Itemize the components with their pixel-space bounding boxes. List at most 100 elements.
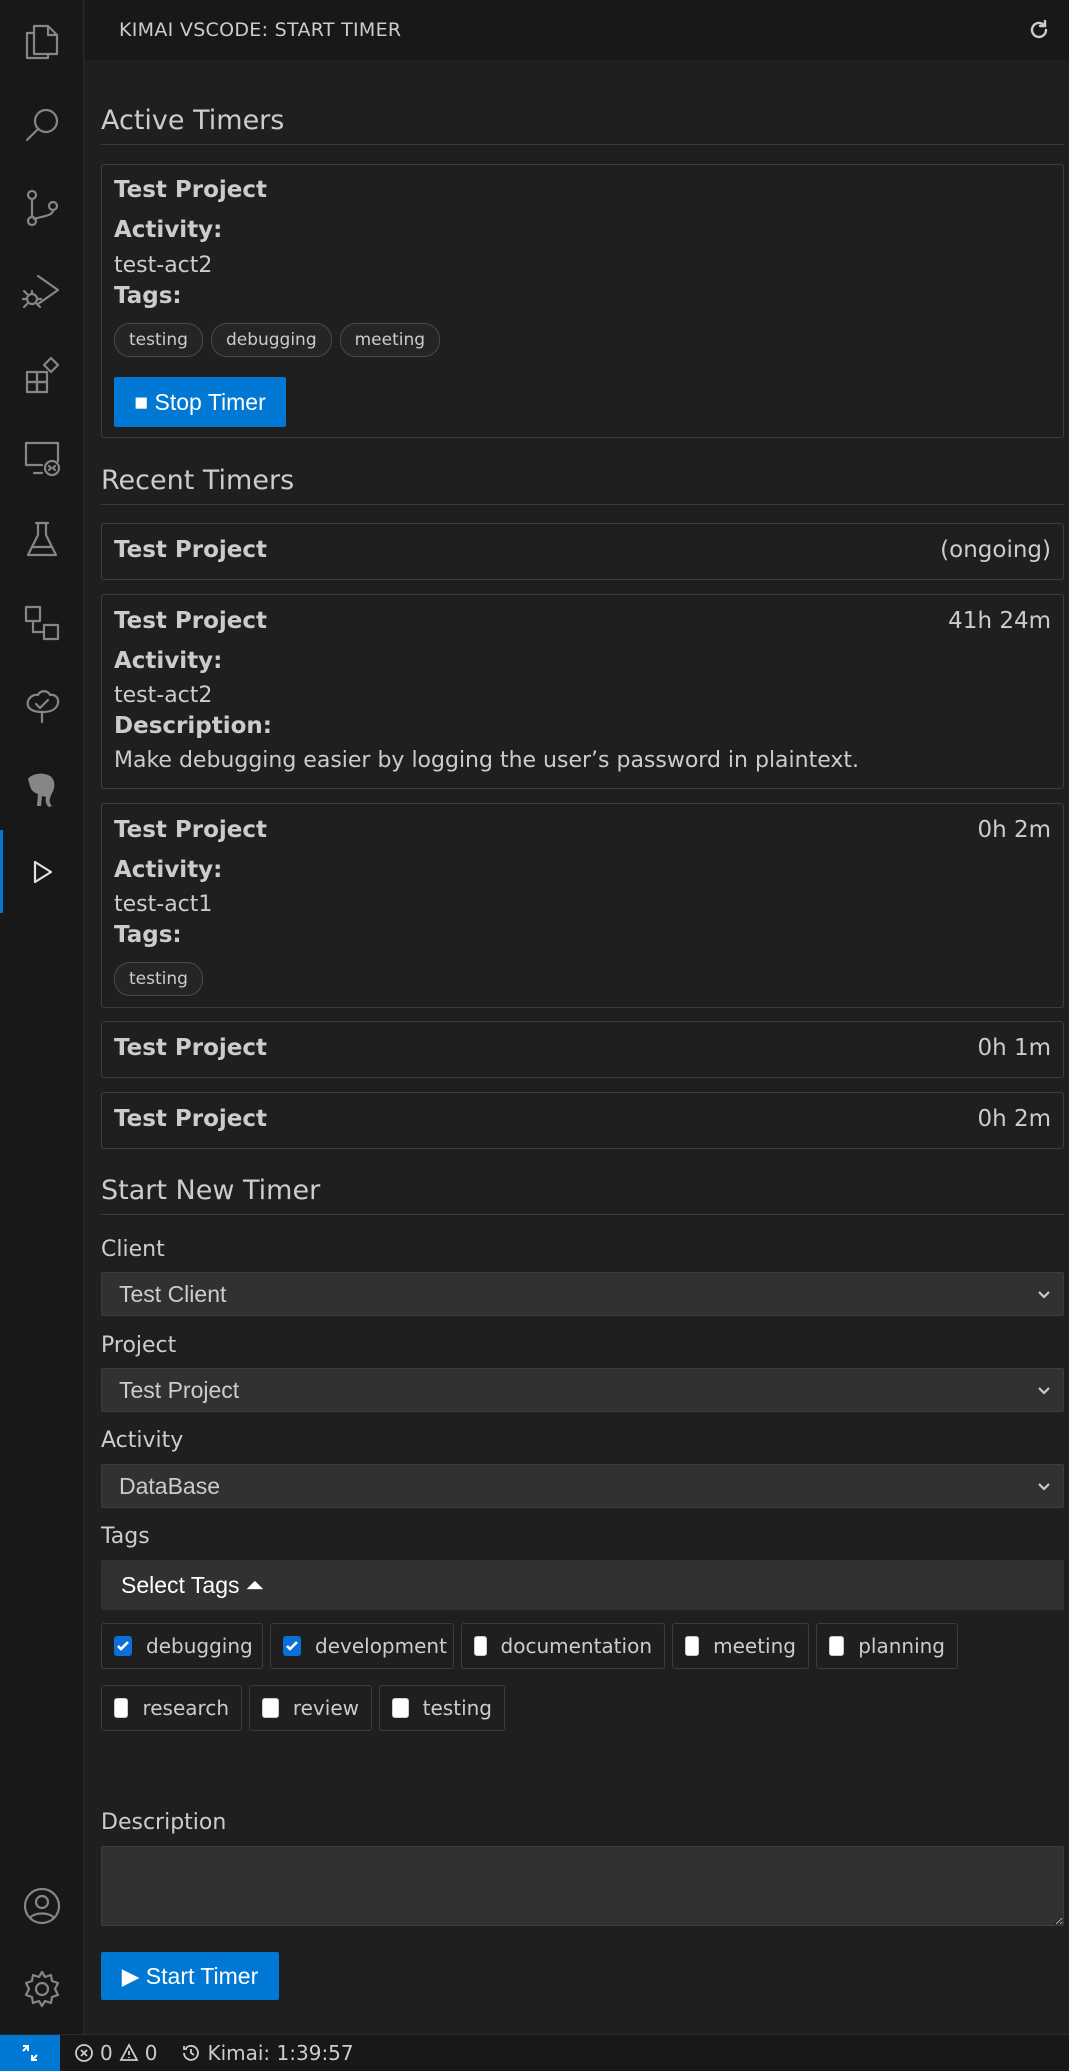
client-label: Client — [101, 1237, 165, 1262]
recent-timer-card: Test Project 0h 2m — [101, 1092, 1064, 1149]
description-label: Description: — [114, 713, 272, 739]
start-new-timer-heading: Start New Timer — [101, 1175, 1064, 1215]
testing-icon[interactable] — [0, 498, 84, 581]
activity-select-value: DataBase — [119, 1472, 221, 1499]
recent-timer-card: Test Project 0h 1m — [101, 1021, 1064, 1078]
recent-timer-duration: (ongoing) — [940, 537, 1051, 563]
kimai-status-item[interactable]: Kimai: 1:39:57 — [181, 2041, 354, 2065]
activity-select[interactable]: DataBase — [101, 1464, 1064, 1508]
kimai-timer-text: Kimai: 1:39:57 — [207, 2041, 354, 2065]
chevron-down-icon — [1038, 1291, 1050, 1299]
error-count: 0 — [100, 2041, 113, 2065]
explorer-icon[interactable] — [0, 0, 84, 83]
tag-checkbox-development[interactable]: development — [270, 1623, 454, 1669]
extensions-icon[interactable] — [0, 332, 84, 415]
activity-value: test-act2 — [114, 253, 213, 278]
recent-timer-card: Test Project (ongoing) — [101, 523, 1064, 580]
checkbox-icon[interactable] — [114, 1698, 129, 1718]
activity-value: test-act1 — [114, 892, 213, 917]
tag-name: planning — [858, 1634, 945, 1658]
activity-value: test-act2 — [114, 683, 213, 708]
checkbox-icon[interactable] — [685, 1636, 700, 1656]
tag-checkbox-debugging[interactable]: debugging — [101, 1623, 263, 1669]
checkbox-checked-icon[interactable] — [283, 1636, 301, 1656]
tag-checkbox-research[interactable]: research — [101, 1685, 242, 1731]
tag-name: debugging — [146, 1634, 253, 1658]
tag-checkbox-meeting[interactable]: meeting — [672, 1623, 809, 1669]
tag-chips: testing debugging meeting — [114, 323, 441, 357]
tree-check-icon[interactable] — [0, 664, 84, 747]
activity-bar — [0, 0, 84, 2034]
tag-chips: testing — [114, 962, 203, 996]
recent-timer-project: Test Project — [114, 1035, 268, 1061]
containers-icon[interactable] — [0, 581, 84, 664]
tag-checkbox-planning[interactable]: planning — [816, 1623, 958, 1669]
recent-timer-card: Test Project 41h 24m Activity: test-act2… — [101, 594, 1064, 789]
tag-chip: debugging — [210, 323, 332, 357]
project-label: Project — [101, 1333, 177, 1358]
status-bar: 0 0 Kimai: 1:39:57 — [0, 2034, 1069, 2071]
tag-name: development — [315, 1634, 447, 1658]
problems-indicator[interactable]: 0 0 — [74, 2041, 157, 2065]
checkbox-icon[interactable] — [829, 1636, 845, 1656]
activity-label: Activity: — [114, 648, 223, 674]
select-tags-label: Select Tags ⏶ — [121, 1571, 265, 1598]
error-icon — [75, 2044, 93, 2062]
tag-name: review — [292, 1696, 359, 1720]
account-icon[interactable] — [0, 1864, 84, 1947]
activity-field-label: Activity — [101, 1428, 184, 1453]
project-select[interactable]: Test Project — [101, 1368, 1064, 1412]
tag-checkbox-review[interactable]: review — [249, 1685, 372, 1731]
settings-gear-icon[interactable] — [0, 1947, 84, 2030]
source-control-icon[interactable] — [0, 166, 84, 249]
activity-label: Activity: — [114, 217, 223, 243]
description-textarea[interactable] — [101, 1846, 1064, 1926]
chevron-down-icon — [1038, 1387, 1050, 1395]
checkbox-icon[interactable] — [262, 1698, 279, 1718]
remote-explorer-icon[interactable] — [0, 415, 84, 498]
description-field-label: Description — [101, 1810, 227, 1835]
client-select-value: Test Client — [119, 1280, 227, 1307]
active-timer-project: Test Project — [114, 177, 268, 203]
warning-icon — [119, 2043, 139, 2061]
checkbox-icon[interactable] — [474, 1636, 487, 1656]
search-icon[interactable] — [0, 83, 84, 166]
recent-timer-project: Test Project — [114, 608, 268, 634]
tags-label: Tags: — [114, 283, 182, 309]
elephant-icon[interactable] — [0, 747, 84, 830]
refresh-icon[interactable] — [1023, 14, 1055, 46]
checkbox-icon[interactable] — [392, 1698, 409, 1718]
remote-indicator-icon[interactable] — [0, 2034, 60, 2071]
recent-timer-project: Test Project — [114, 537, 268, 563]
panel-header: KIMAI VSCODE: START TIMER — [85, 0, 1069, 60]
start-timer-button[interactable]: ▶ Start Timer — [101, 1952, 279, 2000]
tag-name: testing — [422, 1696, 492, 1720]
chevron-down-icon — [1038, 1483, 1050, 1491]
tag-checkbox-documentation[interactable]: documentation — [461, 1623, 665, 1669]
client-select[interactable]: Test Client — [101, 1272, 1064, 1316]
tag-chip: meeting — [339, 323, 441, 357]
select-tags-toggle[interactable]: Select Tags ⏶ — [101, 1560, 1064, 1610]
recent-timers-heading: Recent Timers — [101, 465, 1064, 505]
stop-timer-button[interactable]: ■ Stop Timer — [114, 377, 286, 427]
tag-name: meeting — [713, 1634, 796, 1658]
tag-checkbox-testing[interactable]: testing — [379, 1685, 505, 1731]
tag-chip: testing — [114, 323, 203, 357]
checkbox-checked-icon[interactable] — [114, 1636, 132, 1656]
recent-timer-duration: 0h 2m — [977, 817, 1051, 843]
recent-timer-project: Test Project — [114, 1106, 268, 1132]
run-debug-icon[interactable] — [0, 249, 84, 332]
warning-count: 0 — [144, 2041, 158, 2065]
tags-label: Tags: — [114, 922, 182, 948]
kimai-play-icon[interactable] — [0, 830, 84, 913]
tag-name: research — [142, 1696, 229, 1720]
recent-timer-duration: 41h 24m — [948, 608, 1051, 634]
active-timers-heading: Active Timers — [101, 105, 1064, 145]
active-timer-card: Test Project Activity: test-act2 Tags: t… — [101, 164, 1064, 438]
recent-timer-card: Test Project 0h 2m Activity: test-act1 T… — [101, 803, 1064, 1008]
tag-chip: testing — [114, 962, 203, 996]
project-select-value: Test Project — [119, 1376, 240, 1403]
tag-name: documentation — [500, 1634, 652, 1658]
recent-timer-duration: 0h 2m — [977, 1106, 1051, 1132]
activity-label: Activity: — [114, 857, 223, 883]
